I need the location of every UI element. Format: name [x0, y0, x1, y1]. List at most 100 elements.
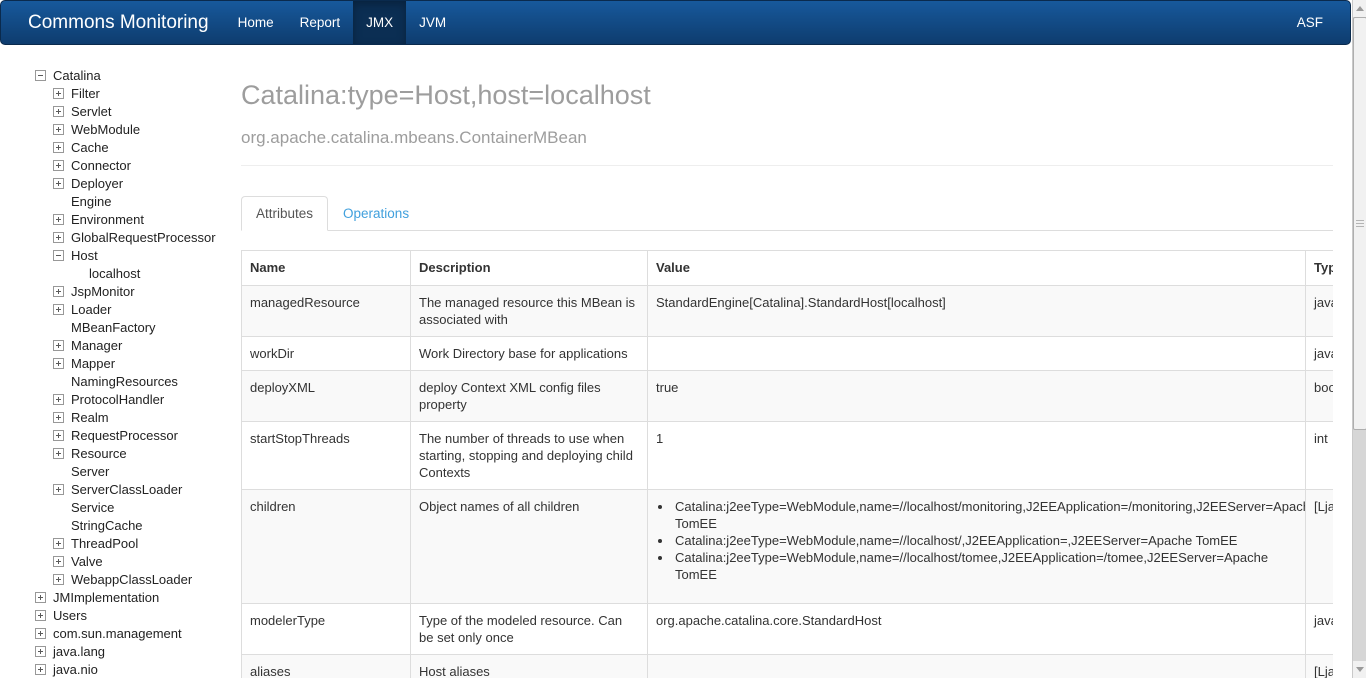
plus-box-icon[interactable]: [53, 142, 64, 153]
tree-item-label: Host: [71, 248, 98, 263]
tree-item-java-nio[interactable]: java.nio: [0, 660, 241, 678]
plus-box-icon[interactable]: [53, 106, 64, 117]
tree-item-namingresources[interactable]: NamingResources: [0, 372, 241, 390]
attr-name-cell: aliases: [242, 655, 411, 678]
plus-box-icon[interactable]: [53, 214, 64, 225]
column-header-description: Description: [411, 251, 648, 286]
attr-value-cell: [648, 337, 1306, 371]
tree-item-jmimplementation[interactable]: JMImplementation: [0, 588, 241, 606]
tree-item-mapper[interactable]: Mapper: [0, 354, 241, 372]
plus-box-icon[interactable]: [53, 556, 64, 567]
plus-box-icon[interactable]: [53, 412, 64, 423]
plus-box-icon[interactable]: [53, 124, 64, 135]
tree-item-resource[interactable]: Resource: [0, 444, 241, 462]
tree-item-label: StringCache: [71, 518, 143, 533]
plus-box-icon[interactable]: [35, 610, 46, 621]
scroll-up-button[interactable]: [1353, 0, 1366, 17]
plus-box-icon[interactable]: [35, 646, 46, 657]
tree-item-protocolhandler[interactable]: ProtocolHandler: [0, 390, 241, 408]
tree-item-label: Loader: [71, 302, 111, 317]
plus-box-icon[interactable]: [35, 592, 46, 603]
nav-item-home[interactable]: Home: [225, 1, 287, 44]
tree-item-servlet[interactable]: Servlet: [0, 102, 241, 120]
tab-attributes[interactable]: Attributes: [241, 196, 328, 231]
tab-operations[interactable]: Operations: [328, 196, 424, 231]
brand-link[interactable]: Commons Monitoring: [28, 1, 209, 44]
attr-value-cell: StandardEngine[Catalina].StandardHost[lo…: [648, 286, 1306, 337]
vertical-scrollbar[interactable]: [1352, 0, 1366, 678]
tree-item-requestprocessor[interactable]: RequestProcessor: [0, 426, 241, 444]
expander-spacer: [53, 376, 64, 387]
nav-item-asf[interactable]: ASF: [1297, 1, 1350, 44]
plus-box-icon[interactable]: [53, 358, 64, 369]
table-row-workdir: workDir Work Directory base for applicat…: [242, 337, 1334, 371]
tree-item-environment[interactable]: Environment: [0, 210, 241, 228]
tree-item-webappclassloader[interactable]: WebappClassLoader: [0, 570, 241, 588]
attr-type-cell: [Ljava.lang.String;: [1306, 490, 1334, 604]
tree-item-filter[interactable]: Filter: [0, 84, 241, 102]
tree-item-cache[interactable]: Cache: [0, 138, 241, 156]
tree-item-deployer[interactable]: Deployer: [0, 174, 241, 192]
plus-box-icon[interactable]: [35, 664, 46, 675]
plus-box-icon[interactable]: [53, 160, 64, 171]
tree-item-jspmonitor[interactable]: JspMonitor: [0, 282, 241, 300]
tree-item-label: JspMonitor: [71, 284, 135, 299]
plus-box-icon[interactable]: [53, 574, 64, 585]
table-row-modelertype: modelerType Type of the modeled resource…: [242, 604, 1334, 655]
tree-item-host[interactable]: Host: [0, 246, 241, 264]
attr-name-cell: startStopThreads: [242, 422, 411, 490]
tree-item-loader[interactable]: Loader: [0, 300, 241, 318]
plus-box-icon[interactable]: [53, 430, 64, 441]
minus-box-icon[interactable]: [35, 70, 46, 81]
plus-box-icon[interactable]: [53, 178, 64, 189]
tree-item-catalina[interactable]: Catalina: [0, 66, 241, 84]
plus-box-icon[interactable]: [53, 484, 64, 495]
tree-item-globalrequestprocessor[interactable]: GlobalRequestProcessor: [0, 228, 241, 246]
tree-item-label: com.sun.management: [53, 626, 182, 641]
tree-item-mbeanfactory[interactable]: MBeanFactory: [0, 318, 241, 336]
tree-item-threadpool[interactable]: ThreadPool: [0, 534, 241, 552]
tree-item-engine[interactable]: Engine: [0, 192, 241, 210]
tree-item-label: NamingResources: [71, 374, 178, 389]
plus-box-icon[interactable]: [53, 232, 64, 243]
attr-description-cell: The number of threads to use when starti…: [411, 422, 648, 490]
minus-box-icon[interactable]: [53, 250, 64, 261]
tree-item-label: RequestProcessor: [71, 428, 178, 443]
tree-item-label: GlobalRequestProcessor: [71, 230, 216, 245]
tree-item-label: Connector: [71, 158, 131, 173]
nav-item-report[interactable]: Report: [287, 1, 354, 44]
tree-item-connector[interactable]: Connector: [0, 156, 241, 174]
tree-item-serverclassloader[interactable]: ServerClassLoader: [0, 480, 241, 498]
tree-item-localhost[interactable]: localhost: [0, 264, 241, 282]
plus-box-icon[interactable]: [53, 448, 64, 459]
nav-item-jvm[interactable]: JVM: [406, 1, 459, 44]
tree-item-com-sun-management[interactable]: com.sun.management: [0, 624, 241, 642]
tree-item-server[interactable]: Server: [0, 462, 241, 480]
value-list-item: Catalina:j2eeType=WebModule,name=//local…: [673, 498, 1297, 532]
attr-type-cell: boolean: [1306, 371, 1334, 422]
plus-box-icon[interactable]: [53, 538, 64, 549]
attr-type-cell: [Ljava.lang.String;: [1306, 655, 1334, 678]
tree-item-label: ThreadPool: [71, 536, 138, 551]
plus-box-icon[interactable]: [53, 88, 64, 99]
tree-item-stringcache[interactable]: StringCache: [0, 516, 241, 534]
tree-item-valve[interactable]: Valve: [0, 552, 241, 570]
plus-box-icon[interactable]: [35, 628, 46, 639]
plus-box-icon[interactable]: [53, 304, 64, 315]
tree-item-manager[interactable]: Manager: [0, 336, 241, 354]
attr-name-cell: deployXML: [242, 371, 411, 422]
tree-item-label: Deployer: [71, 176, 123, 191]
tree-item-realm[interactable]: Realm: [0, 408, 241, 426]
plus-box-icon[interactable]: [53, 394, 64, 405]
nav-item-jmx[interactable]: JMX: [353, 1, 406, 44]
plus-box-icon[interactable]: [53, 340, 64, 351]
tree-item-java-lang[interactable]: java.lang: [0, 642, 241, 660]
navbar: Commons Monitoring HomeReportJMXJVM ASF: [0, 0, 1351, 45]
tree-item-webmodule[interactable]: WebModule: [0, 120, 241, 138]
page-content: Catalina Filter Servlet WebModule Cache …: [0, 45, 1366, 678]
tree-item-service[interactable]: Service: [0, 498, 241, 516]
plus-box-icon[interactable]: [53, 286, 64, 297]
scroll-thumb[interactable]: [1353, 17, 1366, 430]
tree-item-users[interactable]: Users: [0, 606, 241, 624]
scroll-down-button[interactable]: [1353, 661, 1366, 678]
